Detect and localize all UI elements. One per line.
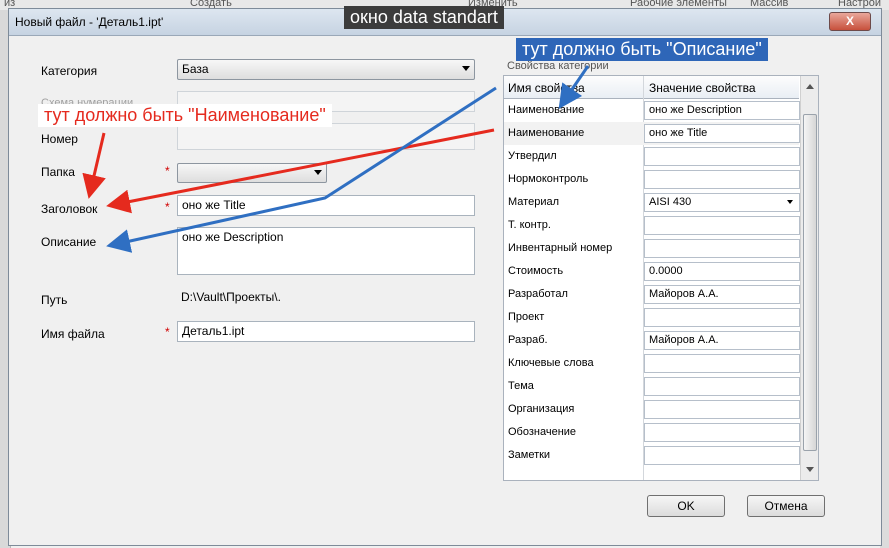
annotation-arrows (82, 65, 590, 253)
red-arrow-short (82, 132, 106, 199)
blue-arrow-short (558, 65, 590, 109)
red-arrow-long (106, 128, 495, 214)
